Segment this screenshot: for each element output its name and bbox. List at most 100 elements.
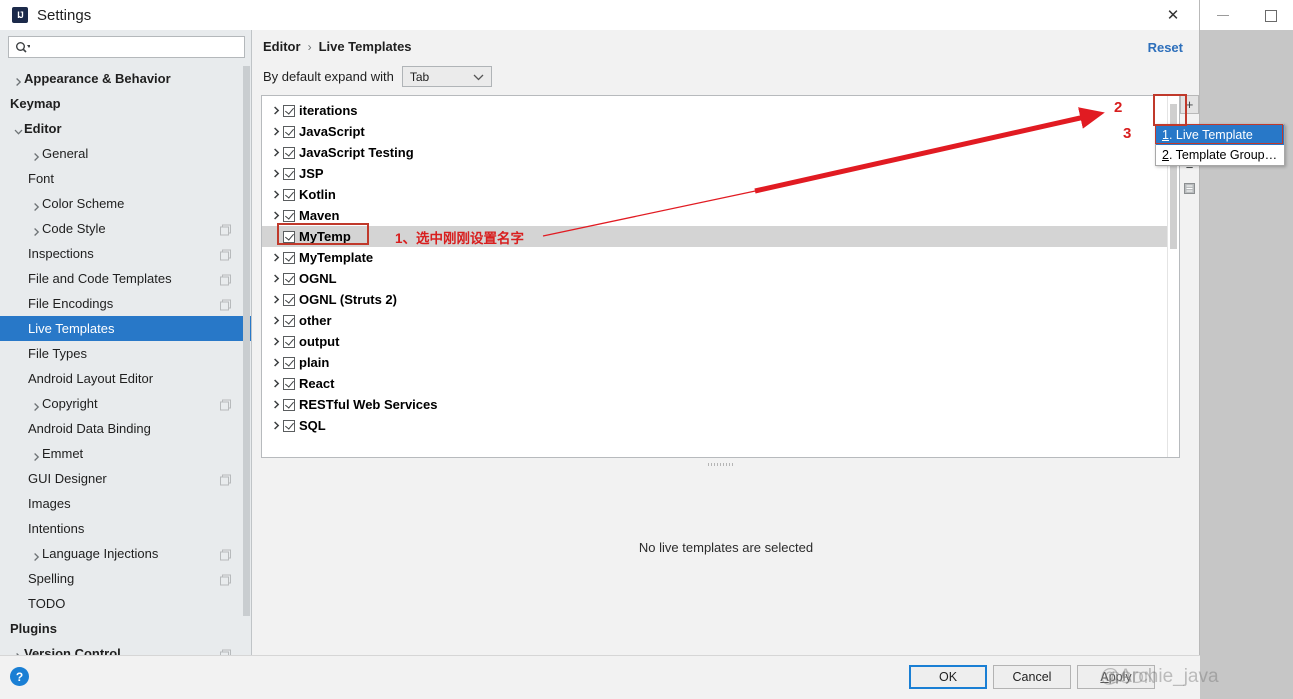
chevron-down-icon[interactable] <box>14 124 23 135</box>
menu-item-template-group[interactable]: 2. Template Group… <box>1156 145 1284 165</box>
sidebar-item-images[interactable]: Images <box>0 491 251 516</box>
breadcrumb-root[interactable]: Editor <box>263 39 301 54</box>
search-box[interactable] <box>8 36 245 58</box>
template-group-checkbox[interactable] <box>283 356 295 369</box>
chevron-right-icon[interactable] <box>270 253 283 262</box>
template-group-row[interactable]: JavaScript <box>262 121 1179 142</box>
sidebar-scrollbar[interactable] <box>242 66 251 655</box>
chevron-right-icon[interactable] <box>14 74 23 86</box>
chevron-right-icon[interactable] <box>32 399 41 411</box>
sidebar-item-color-scheme[interactable]: Color Scheme <box>0 191 251 216</box>
sidebar-item-general[interactable]: General <box>0 141 251 166</box>
ok-button[interactable]: OK <box>909 665 987 689</box>
pane-splitter[interactable] <box>261 460 1180 468</box>
template-group-row[interactable]: iterations <box>262 100 1179 121</box>
template-group-row[interactable]: React <box>262 373 1179 394</box>
template-group-row[interactable]: Maven <box>262 205 1179 226</box>
template-group-row[interactable]: output <box>262 331 1179 352</box>
template-group-row[interactable]: JavaScript Testing <box>262 142 1179 163</box>
template-group-checkbox[interactable] <box>283 419 295 432</box>
sidebar-item-language-injections[interactable]: Language Injections <box>0 541 251 566</box>
minimize-icon[interactable] <box>1210 6 1236 24</box>
sidebar-item-android-layout-editor[interactable]: Android Layout Editor <box>0 366 251 391</box>
expand-with-row: By default expand with Tab <box>263 66 492 87</box>
copy-icon[interactable] <box>1180 179 1199 198</box>
sidebar-item-file-types[interactable]: File Types <box>0 341 251 366</box>
template-group-checkbox[interactable] <box>283 188 295 201</box>
template-group-checkbox[interactable] <box>283 125 295 138</box>
menu-item-live-template[interactable]: 1. Live Template <box>1156 125 1284 145</box>
close-icon[interactable]: ✕ <box>1155 4 1191 26</box>
template-group-checkbox[interactable] <box>283 272 295 285</box>
chevron-right-icon[interactable] <box>32 549 41 561</box>
chevron-right-icon[interactable] <box>270 169 283 178</box>
chevron-right-icon[interactable] <box>270 211 283 220</box>
template-group-checkbox[interactable] <box>283 167 295 180</box>
template-group-row[interactable]: SQL <box>262 415 1179 436</box>
template-group-checkbox[interactable] <box>283 251 295 264</box>
template-group-checkbox[interactable] <box>283 335 295 348</box>
search-input[interactable] <box>30 36 244 58</box>
sidebar-item-gui-designer[interactable]: GUI Designer <box>0 466 251 491</box>
chevron-right-icon[interactable] <box>270 400 283 409</box>
sidebar-item-copyright[interactable]: Copyright <box>0 391 251 416</box>
template-group-row[interactable]: OGNL (Struts 2) <box>262 289 1179 310</box>
sidebar-item-label: Inspections <box>28 246 94 261</box>
chevron-right-icon[interactable] <box>270 148 283 157</box>
template-group-checkbox[interactable] <box>283 146 295 159</box>
add-context-menu[interactable]: 1. Live Template 2. Template Group… <box>1155 124 1285 166</box>
sidebar-item-emmet[interactable]: Emmet <box>0 441 251 466</box>
sidebar-item-label: GUI Designer <box>28 471 107 486</box>
template-group-row[interactable]: MyTemplate <box>262 247 1179 268</box>
template-group-checkbox[interactable] <box>283 314 295 327</box>
chevron-right-icon[interactable] <box>270 106 283 115</box>
sidebar-item-intentions[interactable]: Intentions <box>0 516 251 541</box>
sidebar-item-font[interactable]: Font <box>0 166 251 191</box>
sidebar-item-todo[interactable]: TODO <box>0 591 251 616</box>
template-group-checkbox[interactable] <box>283 209 295 222</box>
maximize-icon[interactable] <box>1257 6 1283 24</box>
sidebar-item-keymap[interactable]: Keymap <box>0 91 251 116</box>
template-group-row[interactable]: RESTful Web Services <box>262 394 1179 415</box>
template-group-checkbox[interactable] <box>283 377 295 390</box>
chevron-right-icon[interactable] <box>270 127 283 136</box>
cancel-button[interactable]: Cancel <box>993 665 1071 689</box>
chevron-right-icon[interactable] <box>270 190 283 199</box>
template-group-row[interactable]: plain <box>262 352 1179 373</box>
expand-with-select[interactable]: Tab <box>401 66 492 87</box>
sidebar-item-appearance-behavior[interactable]: Appearance & Behavior <box>0 66 251 91</box>
sidebar-item-version-control[interactable]: Version Control <box>0 641 251 655</box>
chevron-right-icon[interactable] <box>32 224 41 236</box>
sidebar-item-plugins[interactable]: Plugins <box>0 616 251 641</box>
template-group-checkbox[interactable] <box>283 293 295 306</box>
sidebar-item-inspections[interactable]: Inspections <box>0 241 251 266</box>
sidebar-item-file-encodings[interactable]: File Encodings <box>0 291 251 316</box>
chevron-right-icon[interactable] <box>32 449 41 461</box>
template-group-row[interactable]: other <box>262 310 1179 331</box>
template-group-checkbox[interactable] <box>283 104 295 117</box>
sidebar-item-live-templates[interactable]: Live Templates <box>0 316 251 341</box>
chevron-right-icon[interactable] <box>32 199 41 211</box>
chevron-right-icon[interactable] <box>270 337 283 346</box>
chevron-right-icon[interactable] <box>270 421 283 430</box>
sidebar-item-editor[interactable]: Editor <box>0 116 251 141</box>
sidebar-scrollbar-thumb[interactable] <box>243 66 250 616</box>
chevron-right-icon[interactable] <box>270 379 283 388</box>
sidebar-item-code-style[interactable]: Code Style <box>0 216 251 241</box>
chevron-right-icon[interactable] <box>270 316 283 325</box>
add-button[interactable]: + <box>1180 95 1199 114</box>
reset-link[interactable]: Reset <box>1148 40 1183 55</box>
chevron-right-icon[interactable] <box>270 295 283 304</box>
chevron-right-icon[interactable] <box>32 149 41 161</box>
sidebar-item-android-data-binding[interactable]: Android Data Binding <box>0 416 251 441</box>
template-group-row[interactable]: OGNL <box>262 268 1179 289</box>
template-group-row[interactable]: JSP <box>262 163 1179 184</box>
chevron-right-icon[interactable] <box>270 358 283 367</box>
chevron-right-icon[interactable] <box>270 274 283 283</box>
sidebar-item-spelling[interactable]: Spelling <box>0 566 251 591</box>
help-icon[interactable]: ? <box>10 667 29 686</box>
template-group-checkbox[interactable] <box>283 398 295 411</box>
template-groups-list[interactable]: iterations JavaScript JavaScript Testing JS… <box>261 95 1180 458</box>
template-group-row[interactable]: Kotlin <box>262 184 1179 205</box>
sidebar-item-file-and-code-templates[interactable]: File and Code Templates <box>0 266 251 291</box>
